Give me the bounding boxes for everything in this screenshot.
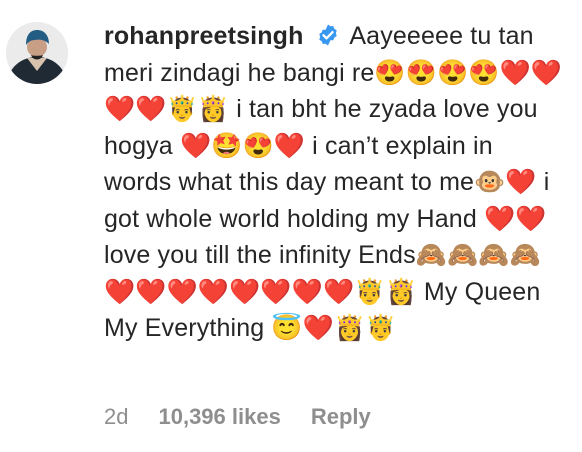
comment: rohanpreetsingh Aayeeeee tu tan meri zin…: [0, 0, 582, 452]
likes-count[interactable]: 10,396 likes: [158, 404, 280, 430]
profile-avatar: [6, 22, 68, 84]
avatar[interactable]: [6, 22, 68, 84]
timestamp: 2d: [104, 404, 129, 429]
comment-text: Aayeeeee tu tan meri zindagi he bangi re…: [104, 22, 563, 342]
comment-body: rohanpreetsingh Aayeeeee tu tan meri zin…: [104, 18, 564, 347]
username[interactable]: rohanpreetsingh: [104, 22, 304, 50]
comment-meta: 2d 10,396 likes Reply: [104, 404, 371, 430]
reply-button[interactable]: Reply: [311, 404, 371, 430]
comment-text-block: rohanpreetsingh Aayeeeee tu tan meri zin…: [104, 18, 564, 347]
verified-badge-icon: [316, 21, 340, 46]
